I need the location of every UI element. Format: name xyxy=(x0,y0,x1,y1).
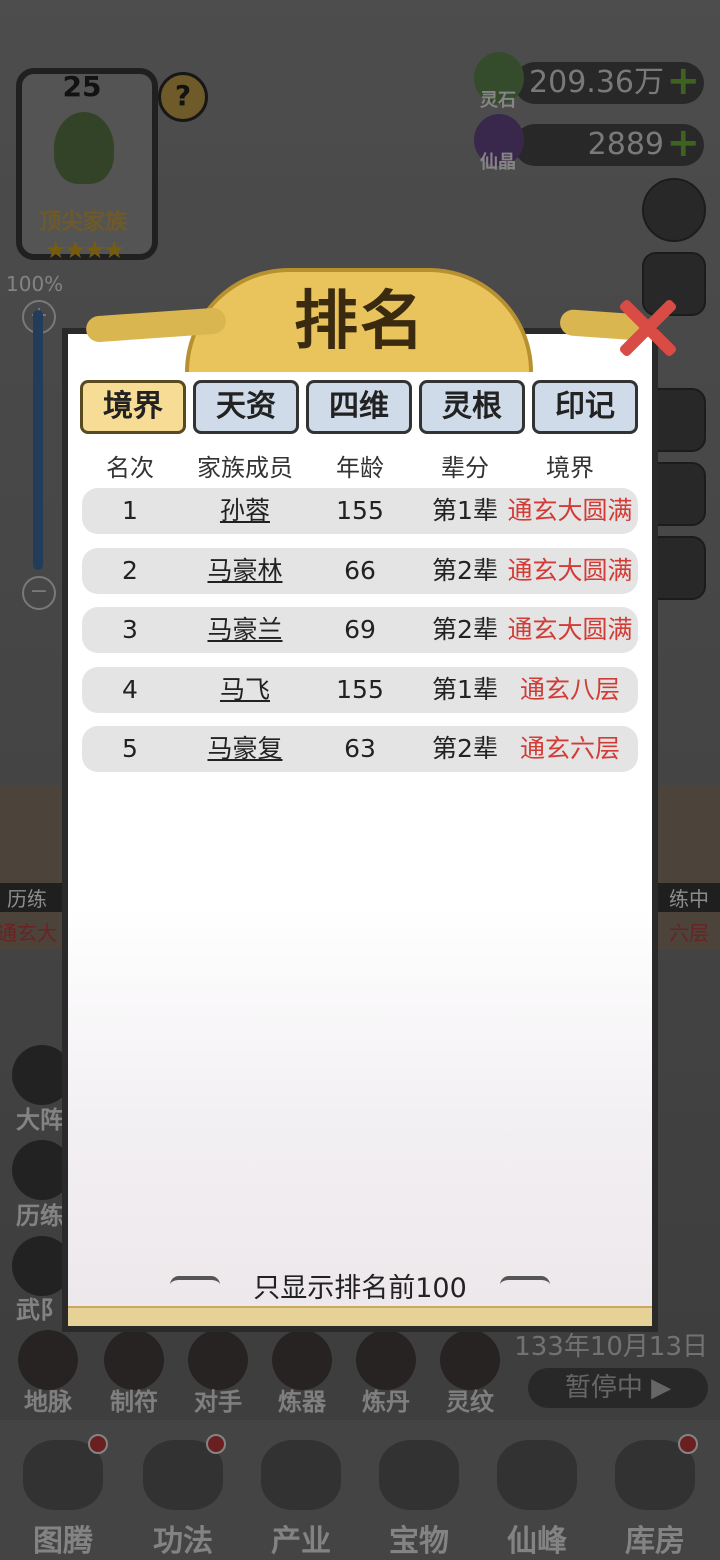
age-cell: 69 xyxy=(344,615,376,644)
age-cell: 66 xyxy=(344,556,376,585)
table-row: 3 马豪兰 69 第2辈 通玄大圆满 xyxy=(82,607,638,653)
modal-title: 排名 xyxy=(294,285,426,359)
tab-spirit-root[interactable]: 灵根 xyxy=(419,380,525,434)
generation-cell: 第2辈 xyxy=(432,615,498,644)
column-rank: 名次 xyxy=(106,454,154,482)
generation-cell: 第2辈 xyxy=(432,734,498,763)
realm-cell: 通玄大圆满 xyxy=(507,615,633,644)
member-name-link[interactable]: 马豪林 xyxy=(180,548,310,594)
age-cell: 63 xyxy=(344,734,376,763)
generation-cell: 第1辈 xyxy=(432,675,498,704)
realm-cell: 通玄六层 xyxy=(519,734,620,763)
generation-cell: 第2辈 xyxy=(432,556,498,585)
table-row: 1 孙蓉 155 第1辈 通玄大圆满 xyxy=(82,488,638,534)
column-realm: 境界 xyxy=(546,454,594,482)
close-icon[interactable] xyxy=(614,296,678,360)
member-name-link[interactable]: 马豪兰 xyxy=(180,607,310,653)
generation-cell: 第1辈 xyxy=(432,496,498,525)
tab-attributes[interactable]: 四维 xyxy=(306,380,412,434)
rank-cell: 1 xyxy=(122,496,138,525)
member-name-link[interactable]: 马飞 xyxy=(180,667,310,713)
modal-footer-strip xyxy=(68,1306,652,1326)
member-name-link[interactable]: 孙蓉 xyxy=(180,488,310,534)
realm-cell: 通玄八层 xyxy=(519,675,620,704)
age-cell: 155 xyxy=(336,496,384,525)
column-member: 家族成员 xyxy=(197,454,293,482)
rank-cell: 4 xyxy=(122,675,138,704)
ranking-footer-note: 只显示排名前100 xyxy=(253,1273,467,1304)
table-row: 5 马豪复 63 第2辈 通玄六层 xyxy=(82,726,638,772)
column-generation: 辈分 xyxy=(441,454,489,482)
rank-cell: 3 xyxy=(122,615,138,644)
tab-realm[interactable]: 境界 xyxy=(80,380,186,434)
table-row: 2 马豪林 66 第2辈 通玄大圆满 xyxy=(82,548,638,594)
rank-cell: 2 xyxy=(122,556,138,585)
column-age: 年龄 xyxy=(336,454,384,482)
rank-cell: 5 xyxy=(122,734,138,763)
ranking-tabs: 境界 天资 四维 灵根 印记 xyxy=(80,380,640,436)
tab-mark[interactable]: 印记 xyxy=(532,380,638,434)
realm-cell: 通玄大圆满 xyxy=(507,556,633,585)
table-row: 4 马飞 155 第1辈 通玄八层 xyxy=(82,667,638,713)
mountain-mist-background xyxy=(68,906,652,1326)
age-cell: 155 xyxy=(336,675,384,704)
footer-curl-right xyxy=(500,1276,550,1294)
realm-cell: 通玄大圆满 xyxy=(507,496,633,525)
tab-talent[interactable]: 天资 xyxy=(193,380,299,434)
member-name-link[interactable]: 马豪复 xyxy=(180,726,310,772)
